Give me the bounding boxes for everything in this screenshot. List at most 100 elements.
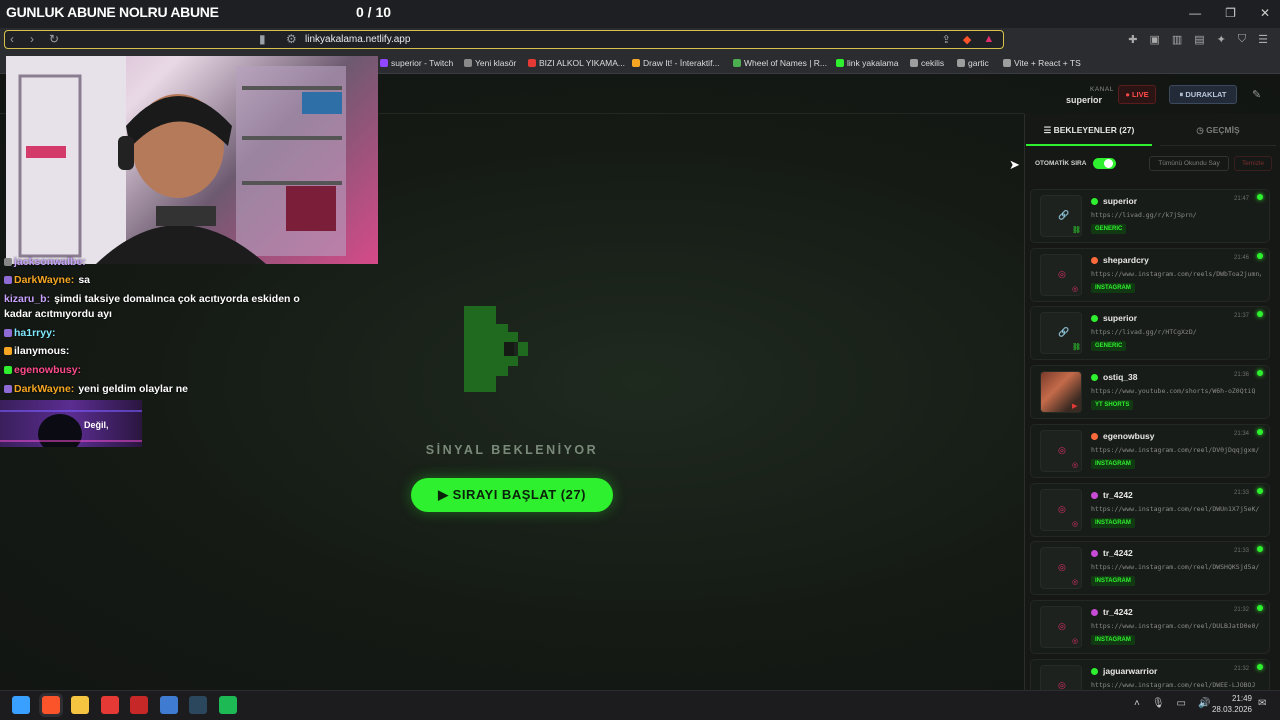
sidebar-toggle-icon[interactable]: ▥: [1172, 33, 1182, 46]
site-info-icon[interactable]: ⚙: [286, 32, 297, 46]
bookmark-item[interactable]: Wheel of Names | R...: [733, 58, 827, 68]
queue-thumb-glyph: ◎: [1058, 620, 1066, 631]
bookmark-item[interactable]: BIZI ALKOL YIKAMA...: [528, 58, 625, 68]
user-dot-icon: [1091, 608, 1098, 616]
file-explorer-icon[interactable]: [71, 696, 89, 714]
chat-username[interactable]: kizaru_b:: [4, 293, 50, 305]
app-blue-icon[interactable]: [160, 696, 178, 714]
queue-url[interactable]: https://www.instagram.com/reel/DV0jDqqjg…: [1091, 446, 1261, 454]
queue-url[interactable]: https://www.instagram.com/reel/DWUn1X7j5…: [1091, 505, 1261, 513]
url-text[interactable]: linkyakalama.netlify.app: [305, 34, 410, 45]
bookmark-item[interactable]: gartic: [957, 58, 989, 68]
chat-username[interactable]: jacksonwalbe:: [14, 256, 86, 268]
reload-icon[interactable]: ↻: [49, 32, 59, 46]
queue-time: 21:47: [1234, 196, 1250, 202]
stream-counter-overlay: 0 / 10: [356, 4, 392, 20]
spotify-icon[interactable]: [219, 696, 237, 714]
youtube-icon: ▶: [1072, 403, 1078, 411]
chat-badge-icon: [4, 347, 12, 355]
app-red-square-icon[interactable]: [130, 696, 148, 714]
brave-shield-icon[interactable]: ◆: [963, 33, 971, 46]
queue-url[interactable]: https://www.instagram.com/reels/DWbToa2j…: [1091, 270, 1261, 278]
leo-icon[interactable]: ✦: [1217, 33, 1226, 46]
clip-art: [0, 410, 142, 447]
queue-thumbnail: ◎◎: [1040, 253, 1082, 296]
edit-icon[interactable]: ✎: [1252, 88, 1261, 101]
queue-username: jaguarwarrior: [1103, 665, 1158, 676]
bookmark-item[interactable]: superior - Twitch: [380, 58, 453, 68]
bookmark-favicon-icon: [528, 59, 536, 67]
bookmark-item[interactable]: Yeni klasör: [464, 58, 516, 68]
chat-username[interactable]: DarkWayne:: [14, 274, 74, 286]
tabs-icon[interactable]: ▣: [1149, 33, 1159, 46]
bookmark-item[interactable]: Draw It! - İnteraktif...: [632, 58, 720, 68]
status-dot-icon: [1257, 194, 1263, 200]
queue-username: superior: [1103, 196, 1138, 206]
windows-start-icon[interactable]: [12, 696, 30, 714]
close-icon[interactable]: ✕: [1260, 6, 1270, 20]
forward-icon[interactable]: ›: [30, 32, 34, 46]
extensions-icon[interactable]: ✚: [1128, 33, 1137, 46]
queue-url[interactable]: https://www.instagram.com/reel/DWEE-LJOB…: [1091, 681, 1261, 689]
chat-username[interactable]: DarkWayne:: [14, 383, 74, 395]
bookmark-item[interactable]: cekilis: [910, 58, 944, 68]
channel-value: superior: [1066, 95, 1103, 105]
platform-badge: GENERIC: [1091, 341, 1127, 352]
queue-time: 21:34: [1234, 430, 1250, 437]
live-button[interactable]: ● LIVE: [1118, 85, 1156, 104]
chat-message: egenowbusy:: [4, 364, 81, 376]
queue-url[interactable]: https://www.instagram.com/reel/DWSHQKSjd…: [1091, 563, 1261, 571]
app-logo: [464, 306, 528, 392]
share-icon[interactable]: ⇪: [942, 33, 951, 46]
chat-username[interactable]: ilanymous:: [14, 345, 69, 357]
start-queue-button[interactable]: ▶ SIRAYI BAŞLAT (27): [411, 478, 613, 512]
bookmark-item[interactable]: link yakalama: [836, 58, 899, 68]
menu-icon[interactable]: ☰: [1258, 33, 1268, 46]
clear-button[interactable]: Temizle: [1234, 156, 1272, 171]
webcam-scene: [6, 56, 346, 264]
steam-icon[interactable]: [189, 696, 207, 714]
taskbar-clock[interactable]: 21:49 28.03.2026: [1208, 693, 1252, 715]
network-icon[interactable]: ▭: [1177, 698, 1186, 709]
tab-queue[interactable]: ☰ BEKLEYENLER (27): [1026, 118, 1152, 146]
back-icon[interactable]: ‹: [10, 32, 14, 46]
wallet-icon[interactable]: ▤: [1194, 33, 1204, 46]
pause-button[interactable]: ⏸ DURAKLAT: [1169, 85, 1237, 104]
chat-message: DarkWayne: yeni geldim olaylar ne: [4, 383, 188, 395]
chat-message: kizaru_b: şimdi taksiye domalınca çok acı…: [4, 293, 300, 305]
mark-all-read-button[interactable]: Tümünü Okundu Say: [1149, 156, 1229, 171]
queue-time: 21:37: [1234, 313, 1250, 320]
tab-history[interactable]: ◷ GEÇMİŞ: [1160, 118, 1276, 146]
platform-badge: INSTAGRAM: [1091, 282, 1135, 293]
queue-time: 21:36: [1234, 372, 1250, 379]
bookmark-item[interactable]: Vite + React + TS: [1003, 58, 1081, 68]
user-dot-icon: [1091, 256, 1098, 264]
queue-url[interactable]: https://livad.gg/r/k7jSprn/: [1091, 211, 1261, 219]
bookmark-label: Yeni klasör: [475, 58, 517, 68]
bookmark-label: cekilis: [921, 58, 945, 68]
microphone-icon[interactable]: 🎙: [1152, 698, 1165, 709]
minimize-icon[interactable]: —: [1189, 6, 1201, 20]
address-bar[interactable]: [4, 30, 1004, 49]
queue-thumbnail: ▶: [1040, 371, 1082, 414]
notification-icon[interactable]: ✉: [1258, 698, 1266, 709]
queue-url[interactable]: https://livad.gg/r/HTCgXzD/: [1091, 328, 1261, 336]
chat-message: kadar acıtmıyordu ayı: [4, 308, 112, 320]
queue-url[interactable]: https://www.instagram.com/reel/DULBJatD0…: [1091, 622, 1261, 630]
queue-thumbnail: ◎◎: [1040, 547, 1082, 590]
queue-url[interactable]: https://www.youtube.com/shorts/W6h-oZ0Qt…: [1091, 387, 1261, 395]
chat-badge-icon: [4, 366, 12, 374]
brave-rewards-icon[interactable]: ▲: [983, 33, 994, 46]
app-red-icon[interactable]: [101, 696, 119, 714]
chevron-up-icon[interactable]: ˄: [1134, 698, 1140, 709]
chat-username[interactable]: egenowbusy:: [14, 364, 81, 376]
chat-username[interactable]: ha1rryy:: [14, 327, 55, 339]
platform-badge: GENERIC: [1091, 224, 1127, 234]
platform-badge: INSTAGRAM: [1091, 576, 1135, 587]
restore-icon[interactable]: ❐: [1225, 6, 1236, 20]
platform-badge: INSTAGRAM: [1091, 458, 1135, 469]
brave-browser-icon[interactable]: [42, 696, 60, 714]
vpn-icon[interactable]: ⛉: [1238, 33, 1246, 46]
bookmark-label: Vite + React + TS: [1014, 58, 1081, 68]
bookmark-icon[interactable]: ▮: [259, 32, 266, 46]
